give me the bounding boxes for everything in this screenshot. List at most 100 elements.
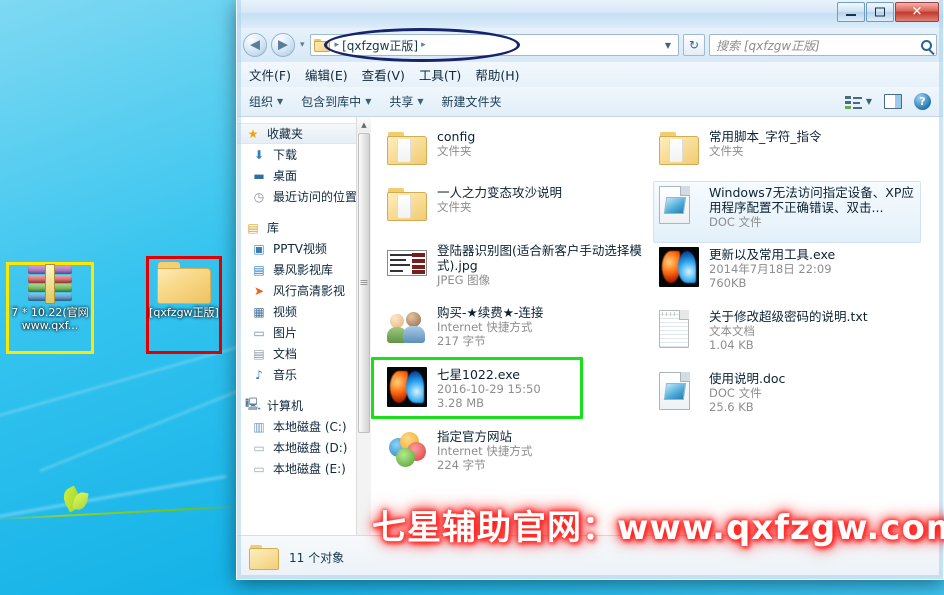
sidebar-item-computer[interactable]: 🖳 计算机 bbox=[237, 395, 371, 416]
list-item[interactable]: 使用说明.doc DOC 文件 25.6 KB bbox=[653, 367, 921, 429]
toolbar-right-group: ▼ ? bbox=[844, 93, 931, 110]
view-options-icon bbox=[844, 95, 862, 109]
system-drive-icon: ▥ bbox=[253, 419, 265, 434]
desktop-icon-archive[interactable]: 7 * 10.22(官网www.qxf... bbox=[8, 264, 92, 332]
funshion-icon: ➤ bbox=[253, 283, 265, 298]
list-item[interactable]: 购买-★续费★-连接 Internet 快捷方式 217 字节 bbox=[381, 301, 649, 363]
history-caret-icon[interactable]: ▾ bbox=[299, 40, 306, 50]
internet-shortcut-flower-icon bbox=[387, 429, 427, 469]
forward-button[interactable]: ▶ bbox=[271, 33, 295, 57]
clock-icon: ◷ bbox=[253, 189, 265, 204]
menu-item-file[interactable]: 文件(F) bbox=[249, 65, 291, 84]
menu-bar: 文件(F) 编辑(E) 查看(V) 工具(T) 帮助(H) bbox=[237, 62, 943, 87]
forward-icon: ▶ bbox=[278, 37, 288, 53]
address-annotation-ellipse bbox=[323, 28, 520, 62]
list-item[interactable]: Windows7无法访问指定设备、XP应用程序配置不正确错误、双击... DOC… bbox=[653, 181, 921, 243]
address-dropdown-icon[interactable]: ▼ bbox=[660, 41, 676, 50]
desktop-icon-folder-label: [qxfzgw正版] bbox=[149, 306, 219, 319]
sidebar-item-pictures[interactable]: ▭ 图片 bbox=[237, 322, 371, 343]
refresh-icon: ↻ bbox=[688, 38, 700, 52]
sidebar-item-desktop[interactable]: ▬ 桌面 bbox=[237, 165, 371, 186]
file-size: 25.6 KB bbox=[709, 400, 754, 414]
close-icon: ✕ bbox=[911, 4, 923, 20]
close-button[interactable]: ✕ bbox=[895, 2, 939, 22]
file-type: Internet 快捷方式 bbox=[437, 444, 533, 458]
sidebar-scrollbar[interactable]: ▲ bbox=[356, 117, 371, 535]
folder-icon bbox=[387, 129, 427, 169]
list-item[interactable]: 关于修改超级密码的说明.txt 文本文档 1.04 KB bbox=[653, 305, 921, 367]
file-meta: config 文件夹 bbox=[437, 129, 475, 177]
sidebar-item-downloads[interactable]: ⬇ 下载 bbox=[237, 144, 371, 165]
menu-item-edit[interactable]: 编辑(E) bbox=[305, 65, 348, 84]
file-type: 文件夹 bbox=[437, 200, 472, 214]
desktop-icon: ▬ bbox=[253, 168, 265, 183]
desktop-icon-folder[interactable]: [qxfzgw正版] bbox=[142, 262, 226, 319]
scrollbar-thumb[interactable] bbox=[358, 133, 370, 433]
sidebar-item-pptv[interactable]: ▣ PPTV视频 bbox=[237, 238, 371, 259]
file-name: 七星1022.exe bbox=[437, 367, 520, 382]
music-icon: ♪ bbox=[255, 367, 263, 382]
address-bar-wrapper: ▸ [qxfzgw正版] ▸ ▼ bbox=[309, 28, 679, 62]
status-item-count: 11 个对象 bbox=[289, 551, 345, 565]
sidebar-item-favorites[interactable]: ★ 收藏夹 bbox=[237, 123, 371, 144]
list-item[interactable]: 常用脚本_字符_指令 文件夹 bbox=[653, 125, 921, 181]
sidebar-label-music: 音乐 bbox=[273, 368, 298, 382]
scrollbar-up-button[interactable]: ▲ bbox=[357, 117, 371, 132]
sidebar-item-libraries[interactable]: ▤ 库 bbox=[237, 217, 371, 238]
new-folder-button[interactable]: 新建文件夹 bbox=[442, 93, 502, 110]
sidebar-item-recent-places[interactable]: ◷ 最近访问的位置 bbox=[237, 186, 371, 207]
refresh-button[interactable]: ↻ bbox=[683, 34, 705, 56]
list-item[interactable]: 更新以及常用工具.exe 2014年7月18日 22:09 760KB bbox=[653, 243, 921, 305]
menu-item-tools[interactable]: 工具(T) bbox=[419, 65, 461, 84]
chevron-down-icon: ▼ bbox=[417, 97, 424, 106]
sidebar-label-baofeng: 暴风影视库 bbox=[273, 263, 334, 277]
sidebar-item-baofeng[interactable]: ▤ 暴风影视库 bbox=[237, 259, 371, 280]
maximize-button[interactable] bbox=[866, 2, 894, 22]
help-icon[interactable]: ? bbox=[914, 93, 931, 110]
list-item[interactable]: 七星1022.exe 2016-10-29 15:50 3.28 MB bbox=[381, 363, 649, 425]
back-button[interactable]: ◀ bbox=[243, 33, 267, 57]
list-item[interactable]: config 文件夹 bbox=[381, 125, 649, 181]
file-name: 关于修改超级密码的说明.txt bbox=[709, 309, 868, 324]
file-name: 更新以及常用工具.exe bbox=[709, 247, 836, 262]
sidebar-label-favorites: 收藏夹 bbox=[267, 127, 304, 141]
list-item[interactable]: 登陆器识别图(适合新客户手动选择模式).jpg JPEG 图像 bbox=[381, 239, 649, 301]
menu-item-view[interactable]: 查看(V) bbox=[362, 65, 405, 84]
sidebar-label-videos: 视频 bbox=[273, 305, 298, 319]
drive-icon: ▭ bbox=[253, 440, 265, 455]
list-item[interactable]: 一人之力变态攻沙说明 文件夹 bbox=[381, 181, 649, 239]
sidebar-label-funshion: 风行高清影视 bbox=[273, 284, 346, 298]
file-type: 文件夹 bbox=[709, 144, 744, 158]
sidebar-gap-2 bbox=[237, 385, 371, 395]
file-size: 224 字节 bbox=[437, 458, 486, 472]
sidebar-item-drive-d[interactable]: ▭ 本地磁盘 (D:) bbox=[237, 437, 371, 458]
share-button[interactable]: 共享 ▼ bbox=[389, 93, 423, 110]
jpeg-thumbnail-icon bbox=[387, 243, 427, 283]
download-icon: ⬇ bbox=[253, 147, 265, 162]
search-icon bbox=[921, 39, 932, 51]
sidebar-label-libraries: 库 bbox=[267, 221, 280, 235]
sidebar-item-videos[interactable]: ▦ 视频 bbox=[237, 301, 371, 322]
menu-item-help[interactable]: 帮助(H) bbox=[475, 65, 519, 84]
back-icon: ◀ bbox=[250, 37, 260, 53]
sidebar-gap-1 bbox=[237, 207, 371, 217]
minimize-button[interactable] bbox=[837, 2, 865, 22]
navigation-bar: ◀ ▶ ▾ ▸ [qxfzgw正版] ▸ ▼ ↻ 搜索 [qxfzgw正版] bbox=[237, 28, 943, 62]
sidebar-item-funshion[interactable]: ➤ 风行高清影视 bbox=[237, 280, 371, 301]
file-column-1: config 文件夹 一人之力变态攻沙说明 文件夹 登陆器识别图(适合新客户手动… bbox=[381, 125, 649, 487]
desktop-icon-archive-label: 7 * 10.22(官网www.qxf... bbox=[11, 306, 89, 332]
sidebar-item-music[interactable]: ♪ 音乐 bbox=[237, 364, 371, 385]
sidebar-item-documents[interactable]: ▤ 文档 bbox=[237, 343, 371, 364]
sidebar-item-drive-c[interactable]: ▥ 本地磁盘 (C:) bbox=[237, 416, 371, 437]
sidebar-item-drive-e[interactable]: ▭ 本地磁盘 (E:) bbox=[237, 458, 371, 479]
new-folder-label: 新建文件夹 bbox=[441, 95, 502, 109]
change-view-button[interactable]: ▼ bbox=[844, 95, 872, 109]
wallpaper-streak-3 bbox=[39, 387, 245, 472]
preview-pane-button[interactable] bbox=[884, 94, 902, 109]
list-item[interactable]: 指定官方网站 Internet 快捷方式 224 字节 bbox=[381, 425, 649, 487]
search-box[interactable]: 搜索 [qxfzgw正版] bbox=[709, 34, 937, 56]
include-in-library-button[interactable]: 包含到库中 ▼ bbox=[301, 93, 371, 110]
file-type: JPEG 图像 bbox=[437, 273, 491, 287]
sidebar-label-documents: 文档 bbox=[273, 347, 298, 361]
organize-button[interactable]: 组织 ▼ bbox=[249, 93, 283, 110]
